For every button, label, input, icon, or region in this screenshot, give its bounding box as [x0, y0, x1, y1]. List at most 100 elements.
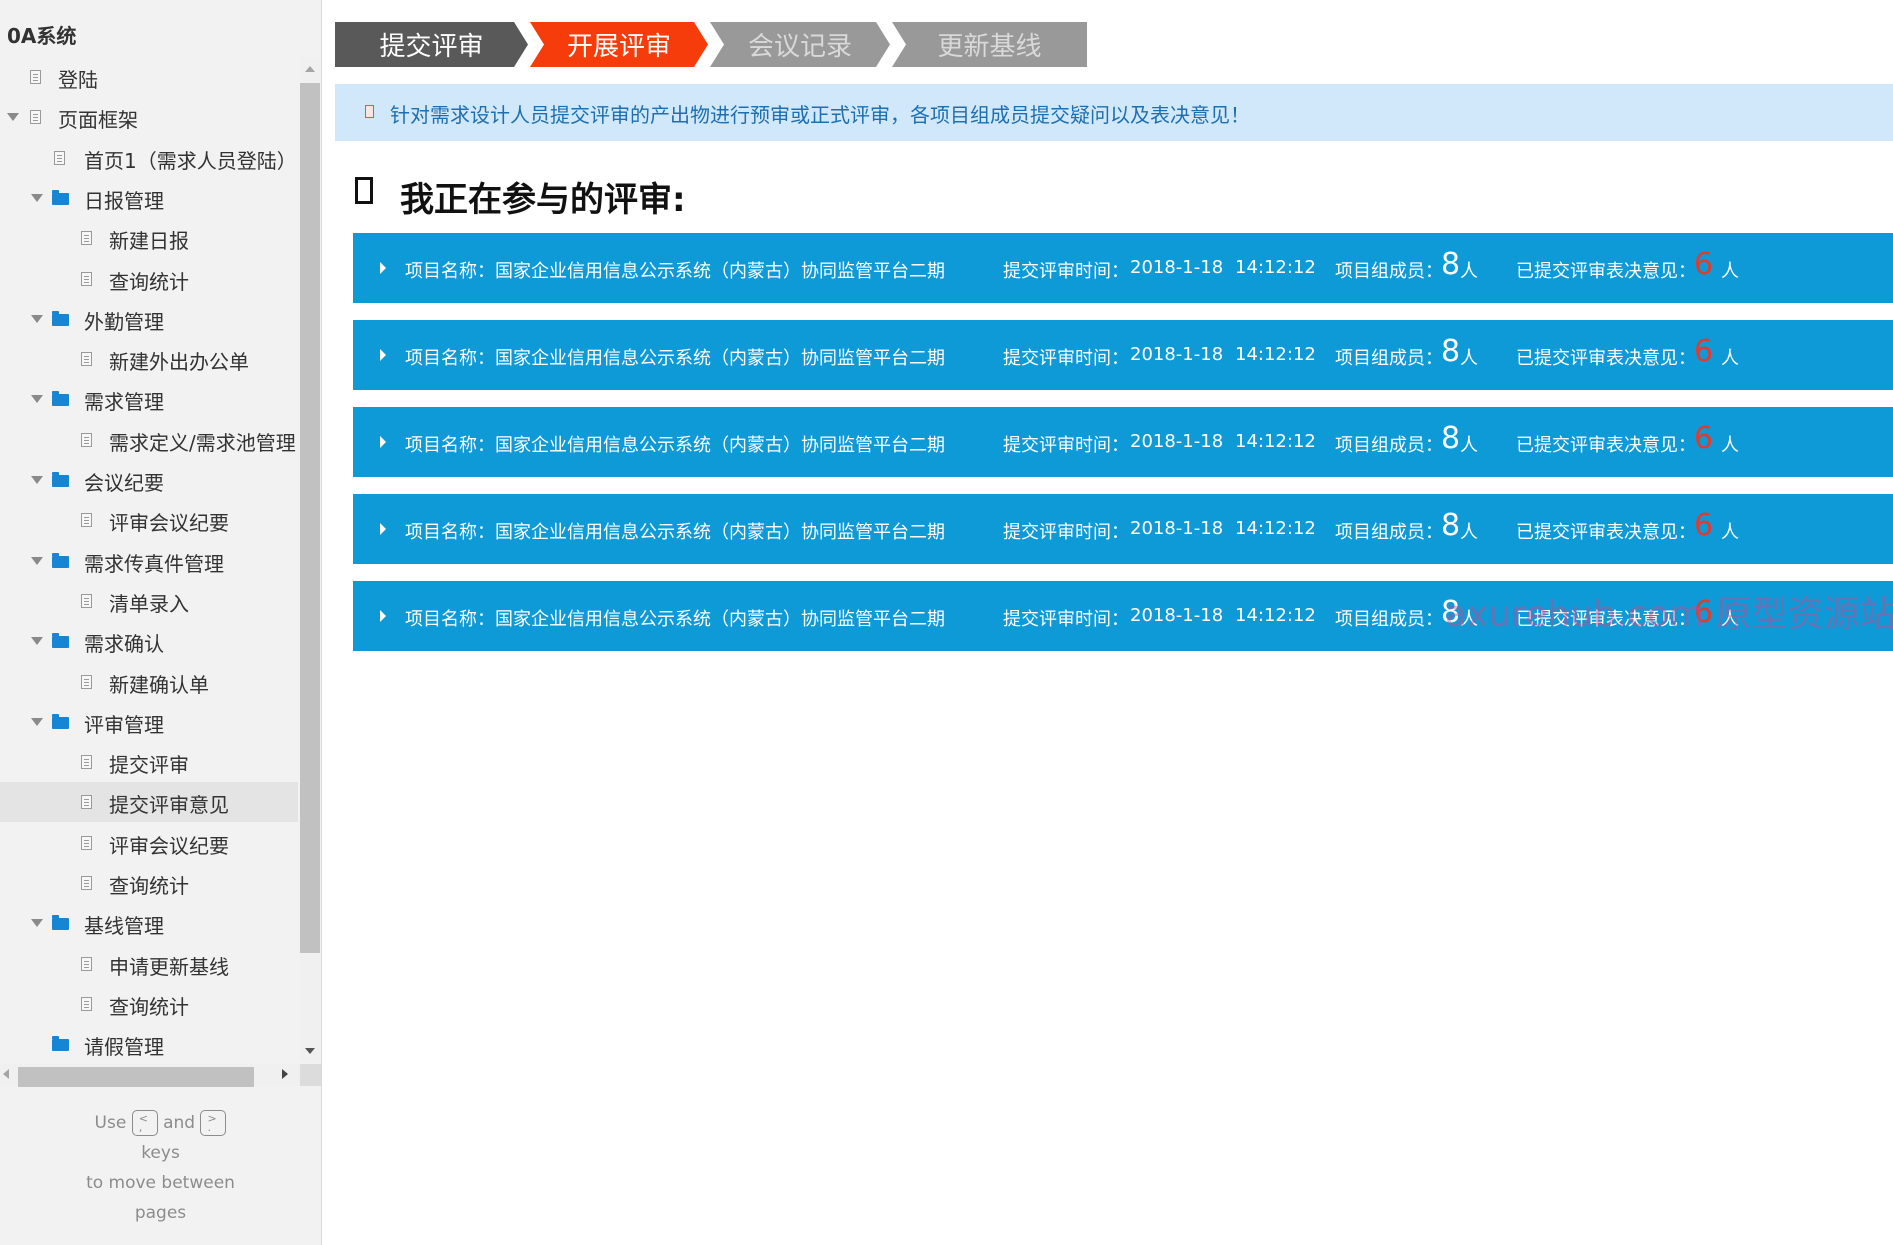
opinions-unit: 人 — [1721, 261, 1739, 282]
expand-caret-icon[interactable] — [31, 395, 43, 404]
page-icon — [81, 835, 92, 850]
tree-item[interactable]: 登陆 — [0, 57, 298, 97]
tree-item-label: 外勤管理 — [84, 309, 164, 334]
time-label: 提交评审时间： — [1003, 609, 1129, 630]
time-label: 提交评审时间： — [1003, 522, 1129, 543]
tree-item[interactable]: 页面框架 — [0, 97, 298, 137]
expand-arrow-icon[interactable] — [380, 436, 386, 448]
expand-caret-icon[interactable] — [31, 476, 43, 484]
expand-arrow-icon[interactable] — [380, 349, 386, 361]
tree-item[interactable]: 提交评审意见 — [0, 782, 298, 823]
tree-item[interactable]: 新建确认单 — [0, 662, 298, 702]
sidebar: 0A系统 登陆 页面框架 首页1（需求人员登陆） 日报管理 新建日报 查询统计 外勤管理 新建… — [0, 0, 322, 1245]
tree-item[interactable]: 新建外出办公单 — [0, 339, 298, 379]
section-title: 我正在参与的评审: — [400, 180, 686, 220]
keyboard-help: Use <, and >. keys to move between pages — [0, 1108, 321, 1228]
tree-item[interactable]: 需求定义/需求池管理 — [0, 420, 298, 460]
tree-item[interactable]: 首页1（需求人员登陆） — [0, 138, 298, 178]
step-pending[interactable]: 更新基线 — [892, 22, 1087, 67]
tree-item[interactable]: 评审会议纪要 — [0, 823, 298, 863]
review-row[interactable]: 项目名称： 国家企业信用信息公示系统（内蒙古）协同监管平台二期 提交评审时间： 201… — [353, 320, 1893, 390]
members-label: 项目组成员： — [1335, 348, 1443, 369]
review-row[interactable]: 项目名称： 国家企业信用信息公示系统（内蒙古）协同监管平台二期 提交评审时间： 201… — [353, 233, 1893, 303]
page-icon — [81, 231, 92, 246]
help-line2: to move between — [86, 1173, 235, 1193]
project-label: 项目名称： — [405, 348, 495, 369]
help-use: Use — [94, 1113, 127, 1133]
folder-icon — [52, 189, 69, 205]
expand-arrow-icon[interactable] — [380, 610, 386, 622]
opinions-label: 已提交评审表决意见： — [1516, 348, 1696, 369]
info-banner: 针对需求设计人员提交评审的产出物进行预审或正式评审，各项目组成员提交疑问以及表决… — [335, 84, 1893, 141]
scroll-left-arrow-icon[interactable] — [3, 1069, 9, 1079]
scroll-right-arrow-icon[interactable] — [282, 1069, 288, 1079]
expand-arrow-icon[interactable] — [380, 523, 386, 535]
info-text: 针对需求设计人员提交评审的产出物进行预审或正式评审，各项目组成员提交疑问以及表决… — [390, 103, 1250, 127]
vertical-scrollbar-thumb[interactable] — [300, 83, 320, 953]
expand-caret-icon[interactable] — [31, 637, 43, 646]
review-row[interactable]: 项目名称： 国家企业信用信息公示系统（内蒙古）协同监管平台二期 提交评审时间： 201… — [353, 407, 1893, 477]
scroll-down-arrow-icon[interactable] — [305, 1048, 315, 1054]
tree-item-label: 会议纪要 — [84, 471, 164, 495]
horizontal-scrollbar-thumb[interactable] — [18, 1067, 254, 1087]
members-label: 项目组成员： — [1335, 522, 1443, 543]
expand-caret-icon[interactable] — [31, 919, 43, 928]
tree-item-label: 新建日报 — [109, 229, 189, 254]
folder-icon — [52, 633, 69, 649]
tree-item-label: 需求定义/需求池管理 — [109, 430, 296, 455]
step-label: 开展评审 — [566, 32, 671, 62]
tree-item-label: 提交评审意见 — [109, 793, 229, 818]
tree-item[interactable]: 会议纪要 — [0, 460, 298, 500]
tree-item-label: 首页1（需求人员登陆） — [84, 148, 297, 173]
tree-item[interactable]: 新建日报 — [0, 218, 298, 258]
folder-icon — [52, 713, 69, 729]
prev-key-icon: <, — [131, 1110, 158, 1136]
tree-item[interactable]: 需求确认 — [0, 621, 298, 661]
tree-item[interactable]: 基线管理 — [0, 903, 298, 943]
page-icon — [81, 271, 92, 286]
project-label: 项目名称： — [405, 609, 495, 630]
tree-item[interactable]: 查询统计 — [0, 984, 298, 1024]
members-unit: 人 — [1460, 435, 1478, 456]
submit-date: 2018-1-18 — [1130, 344, 1224, 365]
tree-item[interactable]: 请假管理 — [0, 1024, 298, 1062]
help-line3: pages — [134, 1203, 187, 1223]
expand-caret-icon[interactable] — [31, 314, 43, 323]
project-name: 国家企业信用信息公示系统（内蒙古）协同监管平台二期 — [495, 261, 945, 282]
tree-item[interactable]: 评审会议纪要 — [0, 500, 298, 540]
step-pending[interactable]: 会议记录 — [710, 22, 890, 67]
expand-caret-icon[interactable] — [31, 193, 43, 202]
tree-item[interactable]: 查询统计 — [0, 863, 298, 903]
folder-icon — [52, 552, 69, 568]
tree-item[interactable]: 申请更新基线 — [0, 944, 298, 984]
expand-caret-icon[interactable] — [7, 113, 19, 122]
tree-item[interactable]: 提交评审 — [0, 742, 298, 782]
time-label: 提交评审时间： — [1003, 261, 1129, 282]
tree-item[interactable]: 需求传真件管理 — [0, 541, 298, 581]
tree-item[interactable]: 外勤管理 — [0, 299, 298, 339]
members-label: 项目组成员： — [1335, 261, 1443, 282]
submit-time: 14:12:12 — [1235, 344, 1316, 365]
step-active[interactable]: 开展评审 — [530, 22, 708, 67]
scroll-up-arrow-icon[interactable] — [305, 66, 315, 72]
expand-caret-icon[interactable] — [31, 556, 43, 565]
opinions-unit: 人 — [1721, 435, 1739, 456]
expand-caret-icon[interactable] — [31, 717, 43, 726]
page-icon — [54, 150, 65, 165]
tree-item-label: 新建外出办公单 — [109, 350, 249, 375]
tree-item[interactable]: 查询统计 — [0, 259, 298, 299]
tree-item-label: 需求传真件管理 — [84, 551, 224, 576]
step-done[interactable]: 提交评审 — [335, 22, 528, 67]
submit-time: 14:12:12 — [1235, 431, 1316, 452]
review-row[interactable]: 项目名称： 国家企业信用信息公示系统（内蒙古）协同监管平台二期 提交评审时间： 201… — [353, 581, 1893, 651]
members-count: 8 — [1441, 247, 1461, 282]
review-row[interactable]: 项目名称： 国家企业信用信息公示系统（内蒙古）协同监管平台二期 提交评审时间： 201… — [353, 494, 1893, 564]
tree-item-label: 申请更新基线 — [109, 954, 229, 979]
tree-item[interactable]: 需求管理 — [0, 379, 298, 419]
tree-item-label: 查询统计 — [109, 874, 189, 898]
expand-arrow-icon[interactable] — [380, 262, 386, 274]
tree-item[interactable]: 评审管理 — [0, 702, 298, 742]
opinions-unit: 人 — [1721, 522, 1739, 543]
tree-item[interactable]: 清单录入 — [0, 581, 298, 621]
tree-item[interactable]: 日报管理 — [0, 178, 298, 218]
